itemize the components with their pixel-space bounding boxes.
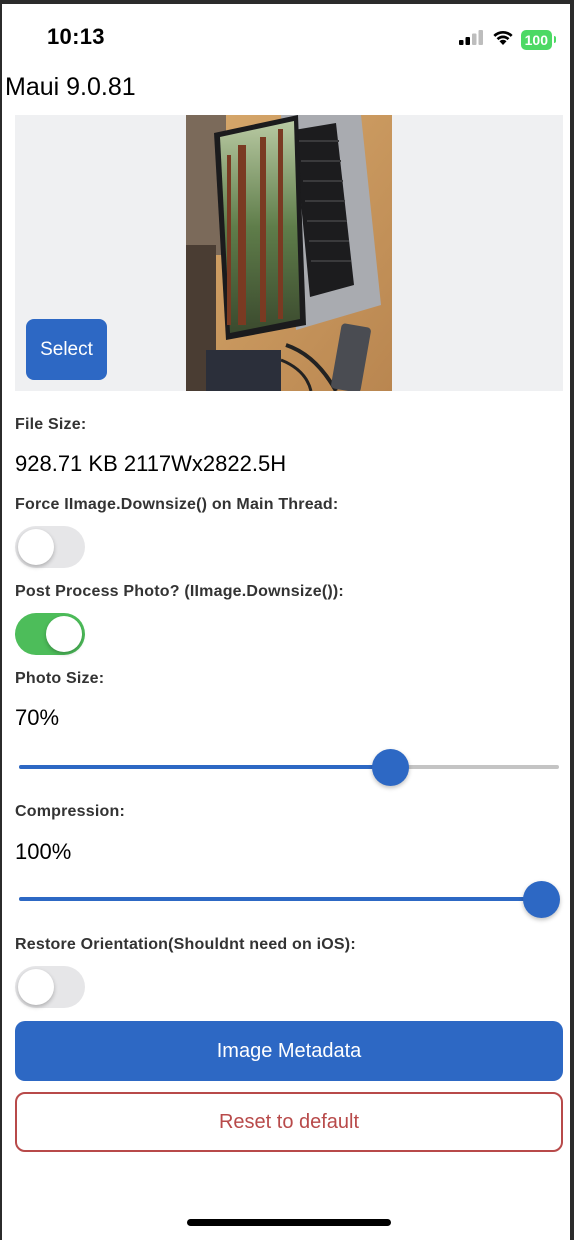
- compression-label: Compression:: [15, 803, 125, 820]
- status-time: 10:13: [47, 24, 105, 49]
- toggle-knob: [46, 616, 82, 652]
- app-title: Maui 9.0.81: [5, 73, 136, 101]
- post-process-label: Post Process Photo? (IImage.Downsize()):: [15, 583, 344, 600]
- status-icons: 100: [458, 28, 556, 51]
- cellular-signal-icon: [458, 29, 485, 50]
- image-metadata-button[interactable]: Image Metadata: [15, 1021, 563, 1081]
- toggle-knob: [18, 529, 54, 565]
- device-frame-top: [0, 0, 574, 4]
- photo-size-value: 70%: [15, 705, 60, 730]
- slider-thumb[interactable]: [523, 881, 560, 918]
- force-main-thread-toggle[interactable]: [15, 526, 85, 568]
- select-button[interactable]: Select: [26, 319, 107, 380]
- slider-fill: [19, 897, 541, 901]
- wifi-icon: [491, 28, 515, 51]
- photo-size-label: Photo Size:: [15, 670, 105, 687]
- battery-level: 100: [524, 31, 548, 48]
- restore-orientation-toggle[interactable]: [15, 966, 85, 1008]
- reset-to-default-button[interactable]: Reset to default: [15, 1092, 563, 1152]
- battery-icon: 100: [520, 29, 556, 50]
- compression-value: 100%: [15, 839, 72, 864]
- device-frame-right: [570, 0, 574, 1240]
- force-main-thread-label: Force IImage.Downsize() on Main Thread:: [15, 496, 339, 513]
- compression-slider[interactable]: [19, 880, 560, 920]
- toggle-knob: [18, 969, 54, 1005]
- photo-size-slider[interactable]: [19, 748, 559, 788]
- home-indicator: [187, 1219, 391, 1226]
- slider-thumb[interactable]: [371, 749, 409, 786]
- photo-preview: [186, 115, 392, 391]
- post-process-toggle[interactable]: [15, 613, 85, 655]
- restore-orientation-label: Restore Orientation(Shouldnt need on iOS…: [15, 936, 356, 953]
- device-frame-left: [0, 0, 2, 1240]
- file-size-label: File Size:: [15, 416, 87, 433]
- file-size-value: 928.71 KB 2117Wx2822.5H: [15, 451, 287, 476]
- image-preview-panel: Select: [15, 115, 563, 391]
- slider-fill: [19, 765, 390, 769]
- battery-tip: [554, 35, 556, 43]
